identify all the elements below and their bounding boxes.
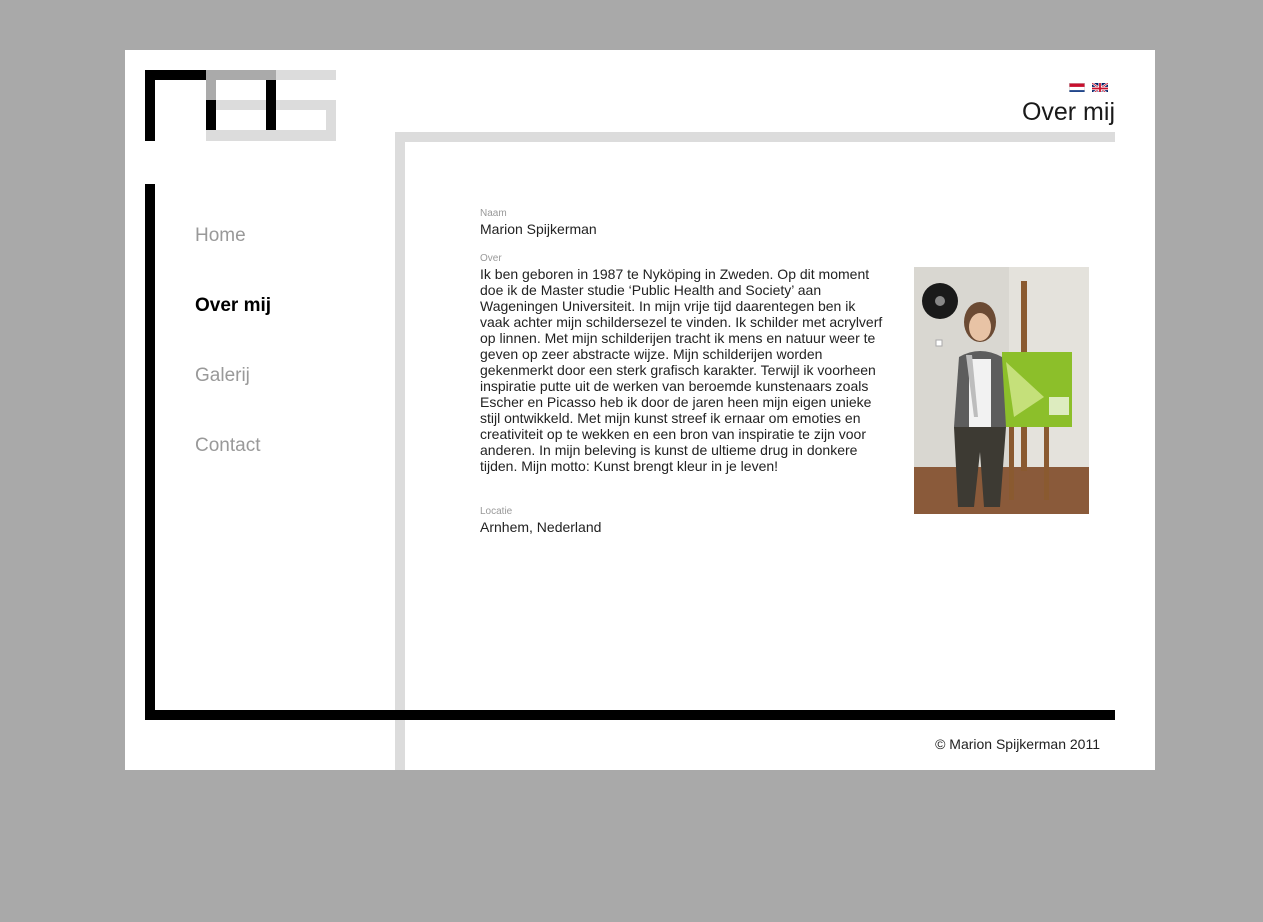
profile-photo xyxy=(914,267,1089,514)
nav-item-over-mij[interactable]: Over mij xyxy=(195,295,271,317)
page-title: Over mij xyxy=(1021,98,1115,126)
nav-item-galerij[interactable]: Galerij xyxy=(195,365,250,387)
naam-label: Naam xyxy=(480,208,507,219)
about-text: Ik ben geboren in 1987 te Nyköping in Zw… xyxy=(480,266,883,474)
frame-bottom xyxy=(145,710,1115,720)
content-frame-left xyxy=(395,132,405,770)
naam-value: Marion Spijkerman xyxy=(480,221,597,237)
nav-item-contact[interactable]: Contact xyxy=(195,435,260,457)
copyright-notice: © Marion Spijkerman 2011 xyxy=(935,736,1100,752)
locatie-value: Arnhem, Nederland xyxy=(480,519,602,535)
dutch-flag-icon[interactable] xyxy=(1069,81,1085,92)
locatie-label: Locatie xyxy=(480,506,513,517)
site-logo[interactable] xyxy=(145,70,337,142)
content-frame-top xyxy=(395,132,1115,142)
nav-frame-left xyxy=(145,184,155,720)
over-label: Over xyxy=(480,253,502,264)
page-container: Over mij Home Over mij Galerij Contact N… xyxy=(125,50,1155,770)
nav-item-home[interactable]: Home xyxy=(195,225,246,247)
uk-flag-icon[interactable] xyxy=(1092,81,1108,92)
